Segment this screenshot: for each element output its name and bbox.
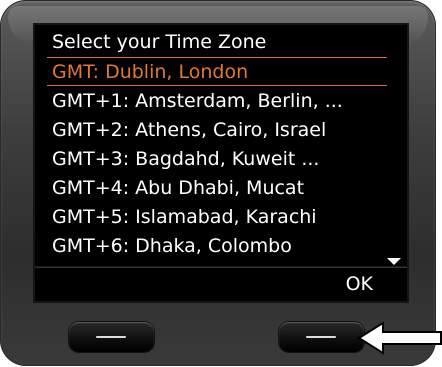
list-item[interactable]: GMT+2: Athens, Cairo, Israel xyxy=(52,116,392,145)
left-softkey-button[interactable] xyxy=(69,322,154,352)
list-item[interactable]: GMT+1: Amsterdam, Berlin, ... xyxy=(52,87,392,116)
arrow-left-icon xyxy=(357,321,442,355)
minus-bar-icon xyxy=(306,336,336,338)
right-softkey-button[interactable] xyxy=(279,322,364,352)
list-item[interactable]: GMT+3: Bagdahd, Kuweit ... xyxy=(52,145,392,174)
chevron-down-icon xyxy=(387,258,401,265)
phone-device: Select your Time Zone GMT: Dublin, Londo… xyxy=(0,0,436,366)
softkey-bar: OK xyxy=(35,266,407,301)
screen-title: Select your Time Zone xyxy=(52,31,267,53)
list-item[interactable]: GMT+6: Dhaka, Colombo xyxy=(52,232,392,261)
softkey-ok-label[interactable]: OK xyxy=(346,272,373,296)
list-item[interactable]: GMT+4: Abu Dhabi, Mucat xyxy=(52,174,392,203)
timezone-list: GMT: Dublin, London GMT+1: Amsterdam, Be… xyxy=(52,58,392,261)
list-item-selected[interactable]: GMT: Dublin, London xyxy=(52,58,392,87)
list-item[interactable]: GMT+5: Islamabad, Karachi xyxy=(52,203,392,232)
minus-bar-icon xyxy=(96,336,126,338)
display-screen: Select your Time Zone GMT: Dublin, Londo… xyxy=(33,23,409,303)
